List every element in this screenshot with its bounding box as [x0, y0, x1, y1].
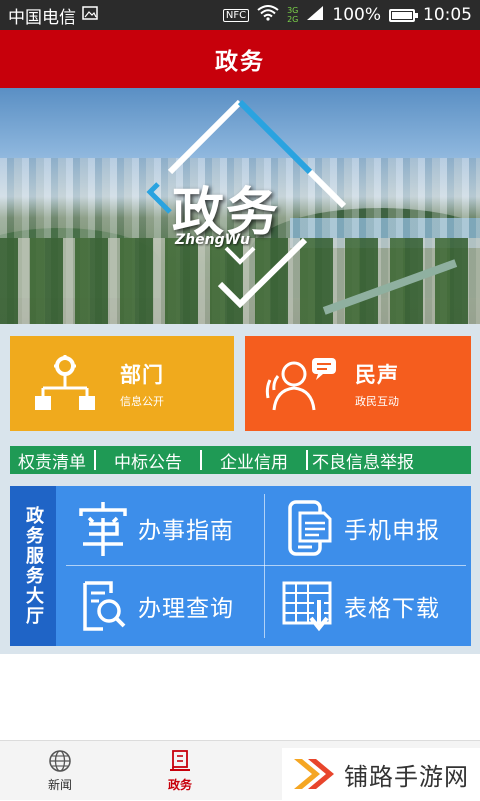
link-power-list[interactable]: 权责清单 — [10, 448, 94, 473]
building-icon — [170, 750, 190, 771]
page-title-bar: 政务 — [0, 30, 480, 88]
page-title: 政务 — [215, 49, 265, 75]
battery-percent: 100% — [332, 5, 381, 25]
quick-links-bar: 权责清单 中标公告 企业信用 不良信息举报 — [10, 446, 471, 474]
link-enterprise-credit[interactable]: 企业信用 — [202, 448, 306, 473]
department-subtitle: 信息公开 — [120, 394, 164, 408]
link-report-bad-info[interactable]: 不良信息举报 — [308, 448, 422, 473]
globe-icon — [49, 750, 71, 772]
people-chat-icon — [265, 357, 336, 410]
clock: 10:05 — [423, 5, 472, 25]
public-voice-tile[interactable]: 民声 政民互动 — [245, 336, 471, 431]
nav-tab-government-label: 政务 — [167, 778, 192, 792]
wifi-icon — [257, 4, 279, 26]
battery-icon — [389, 8, 418, 22]
progress-query-label: 办理查询 — [138, 596, 234, 622]
network-type-indicator: 3G 2G — [287, 6, 299, 24]
nav-tab-news[interactable]: 新闻 — [20, 741, 100, 801]
org-chart-icon — [35, 354, 95, 410]
image-notification-icon — [82, 5, 98, 26]
department-tile[interactable]: 部门 信息公开 — [10, 336, 234, 431]
signal-icon — [306, 5, 324, 26]
nav-tab-news-label: 新闻 — [47, 778, 72, 792]
carrier-label: 中国电信 — [8, 7, 76, 28]
site-watermark: 铺路手游网 — [282, 748, 480, 800]
table-download-icon — [282, 581, 332, 632]
service-hall-side-label: 政务服务大厅 — [10, 486, 56, 646]
department-title: 部门 — [120, 362, 164, 387]
guide-label: 办事指南 — [138, 518, 234, 544]
double-chevron-icon — [294, 759, 334, 789]
mobile-report-label: 手机申报 — [344, 518, 440, 544]
link-bid-notice[interactable]: 中标公告 — [96, 448, 200, 473]
form-download-button[interactable]: 表格下载 — [274, 570, 474, 642]
hall-horizontal-divider — [66, 565, 466, 566]
service-hall-title: 政务服务大厅 — [23, 506, 44, 626]
mobile-report-button[interactable]: 手机申报 — [274, 492, 474, 564]
service-hall-panel: 政务服务大厅 办事指南 手机申报 办理查询 表格下载 — [10, 486, 471, 646]
search-doc-icon — [83, 581, 126, 631]
banner-logo-subtitle: ZhengWu — [175, 232, 251, 248]
guide-icon — [79, 502, 127, 556]
public-voice-title: 民声 — [355, 362, 399, 387]
nav-tab-government[interactable]: 政务 — [140, 741, 220, 801]
watermark-text: 铺路手游网 — [344, 762, 469, 791]
nfc-icon: NFC — [222, 8, 250, 22]
form-download-label: 表格下载 — [344, 596, 440, 622]
phone-form-icon — [288, 500, 332, 556]
status-bar: 中国电信 NFC 3G 2G 100% 10:05 — [0, 0, 480, 30]
progress-query-button[interactable]: 办理查询 — [68, 570, 268, 642]
guide-button[interactable]: 办事指南 — [68, 492, 268, 564]
public-voice-subtitle: 政民互动 — [355, 394, 399, 408]
